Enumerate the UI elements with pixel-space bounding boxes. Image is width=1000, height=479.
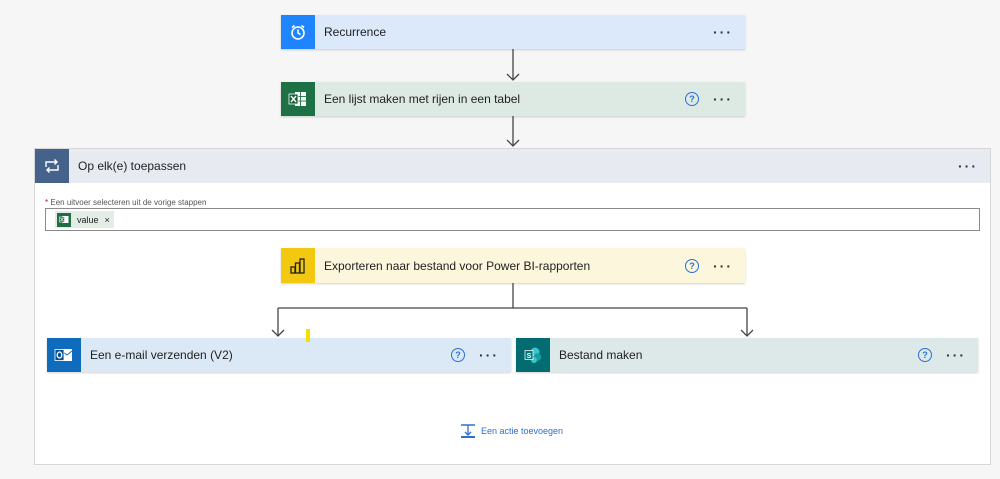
svg-text:S: S	[527, 353, 532, 360]
powerbi-icon	[281, 248, 315, 283]
create-file-more-button[interactable]: ···	[946, 348, 966, 362]
alarm-clock-icon	[281, 15, 315, 49]
add-action-link[interactable]: Een actie toevoegen	[460, 423, 563, 439]
output-field-label: * Een uitvoer selecteren uit de vorige s…	[45, 198, 206, 207]
recurrence-step-card[interactable]: Recurrence ···	[281, 15, 745, 49]
send-email-step-card[interactable]: Een e-mail verzenden (V2) ? ···	[47, 338, 511, 372]
apply-to-each-more-button[interactable]: ···	[958, 159, 978, 173]
apply-to-each-container: Op elk(e) toepassen ··· * Een uitvoer se…	[34, 148, 991, 465]
output-selector-input[interactable]: value ×	[45, 208, 980, 231]
connector-arrow	[506, 116, 520, 147]
output-field-label-text: Een uitvoer selecteren uit de vorige sta…	[50, 198, 207, 207]
list-rows-title: Een lijst maken met rijen in een tabel	[324, 92, 521, 106]
create-file-title: Bestand maken	[559, 348, 643, 362]
sharepoint-icon: S	[516, 338, 550, 372]
value-token-label: value	[77, 214, 99, 225]
excel-icon	[281, 82, 315, 116]
add-action-label: Een actie toevoegen	[481, 426, 564, 436]
loop-icon	[35, 149, 69, 183]
list-rows-more-button[interactable]: ···	[713, 92, 733, 106]
help-icon[interactable]: ?	[918, 348, 932, 362]
recurrence-title: Recurrence	[324, 25, 387, 39]
branch-connector	[271, 283, 754, 337]
export-powerbi-step-card[interactable]: Exporteren naar bestand voor Power BI-ra…	[281, 248, 745, 283]
cursor-marker	[306, 329, 310, 342]
token-remove-button[interactable]: ×	[105, 215, 110, 225]
apply-to-each-title: Op elk(e) toepassen	[78, 159, 187, 173]
export-powerbi-title: Exporteren naar bestand voor Power BI-ra…	[324, 258, 591, 273]
create-file-step-card[interactable]: S Bestand maken ? ···	[516, 338, 978, 372]
outlook-icon	[47, 338, 81, 372]
send-email-title: Een e-mail verzenden (V2)	[90, 348, 233, 362]
value-token[interactable]: value ×	[55, 211, 114, 228]
help-icon[interactable]: ?	[685, 258, 699, 273]
apply-to-each-header[interactable]: Op elk(e) toepassen ···	[35, 149, 990, 183]
excel-icon	[57, 212, 71, 227]
add-step-icon	[461, 424, 475, 438]
connector-arrow	[506, 49, 520, 81]
list-rows-step-card[interactable]: Een lijst maken met rijen in een tabel ?…	[281, 82, 745, 116]
recurrence-more-button[interactable]: ···	[713, 25, 733, 39]
help-icon[interactable]: ?	[685, 92, 699, 106]
required-marker: *	[45, 198, 49, 207]
help-icon[interactable]: ?	[451, 348, 465, 362]
send-email-more-button[interactable]: ···	[479, 348, 499, 362]
export-powerbi-more-button[interactable]: ···	[713, 259, 733, 273]
